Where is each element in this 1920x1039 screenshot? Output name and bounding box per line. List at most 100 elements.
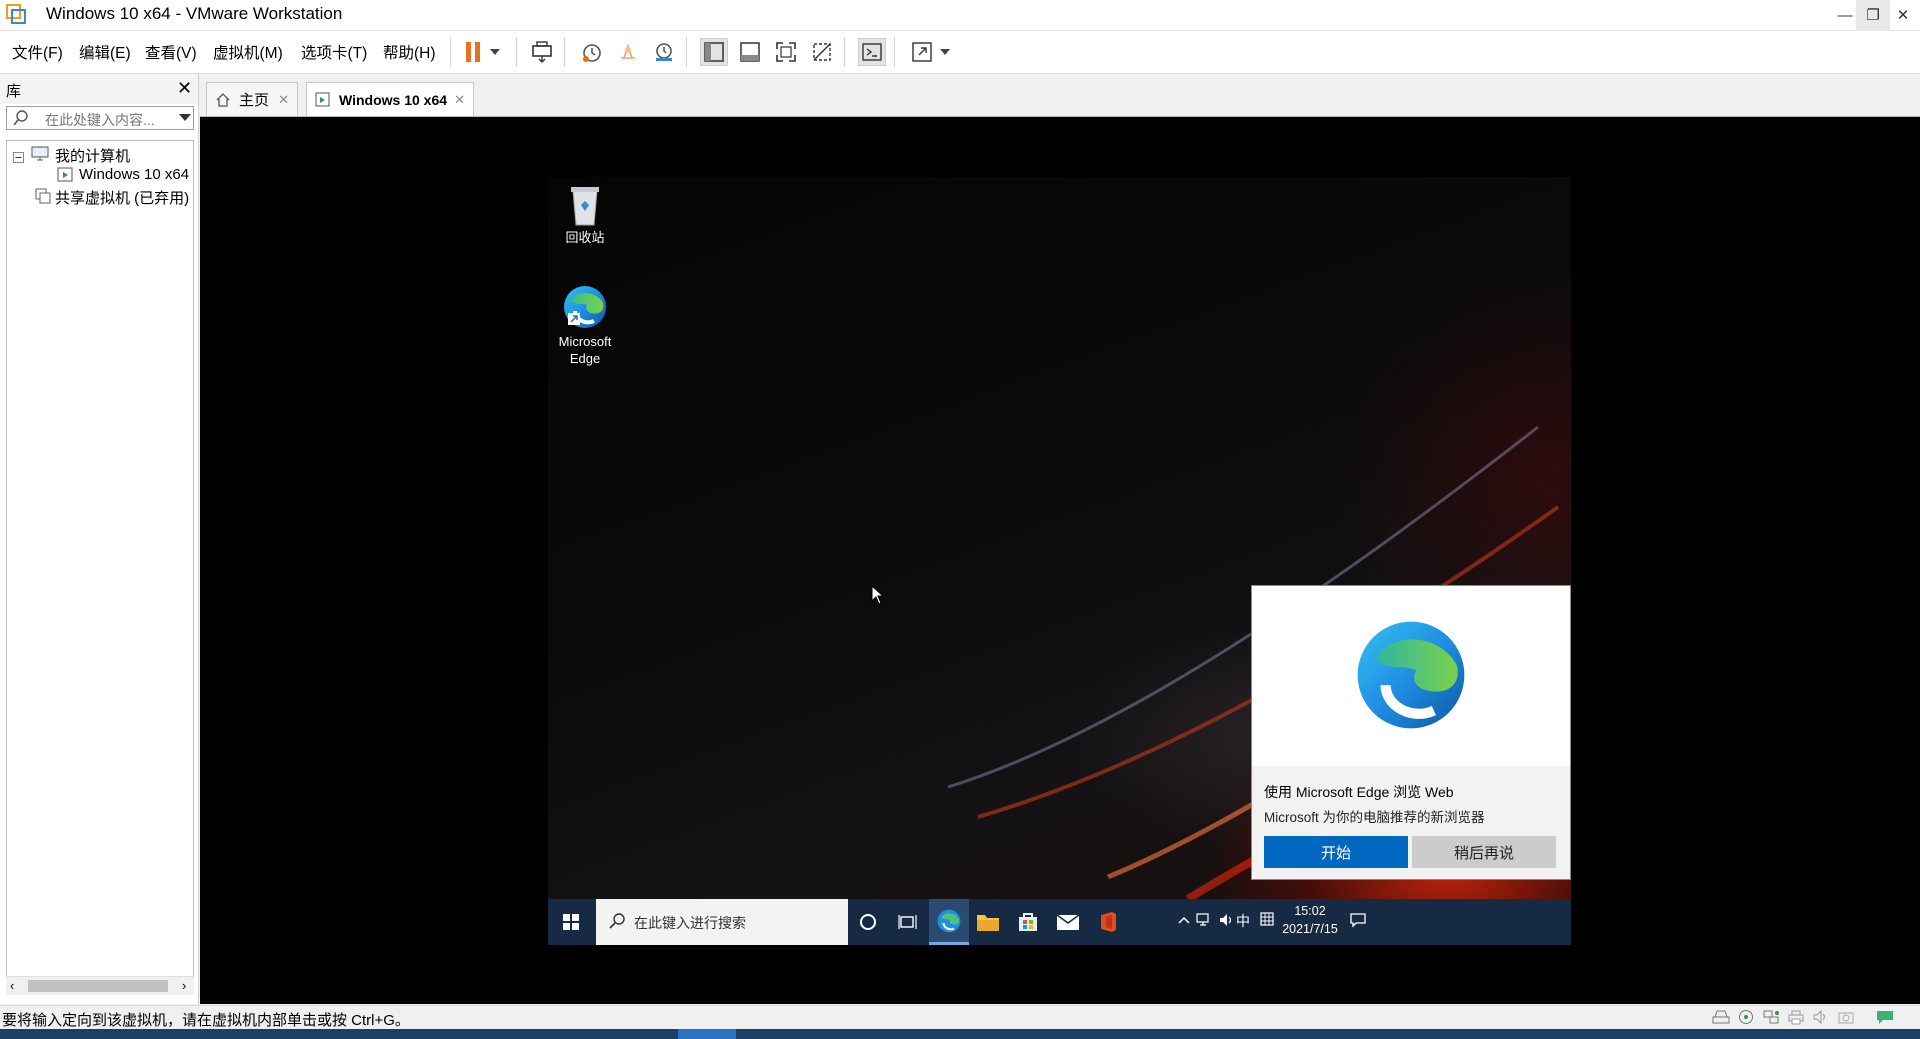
mail-icon[interactable] <box>1048 899 1088 945</box>
title-bar: Windows 10 x64 - VMware Workstation — ❐ … <box>0 0 1920 31</box>
search-icon <box>13 110 29 131</box>
show-library-icon[interactable] <box>700 38 728 66</box>
ime-mode-icon[interactable] <box>1260 912 1274 929</box>
tab-bar: 主页 ✕ Windows 10 x64 ✕ <box>200 74 1920 117</box>
stretch-dropdown-icon[interactable] <box>936 38 954 66</box>
thumbnail-bar-icon[interactable] <box>736 38 764 66</box>
library-header: 库 ✕ <box>0 74 198 104</box>
restore-button[interactable]: ❐ <box>1856 0 1890 30</box>
host-taskbar-active-indicator <box>678 1029 736 1039</box>
volume-icon[interactable] <box>1218 912 1234 931</box>
hard-disk-icon[interactable] <box>1712 1009 1730 1025</box>
edge-popup-hero <box>1252 586 1570 766</box>
edge-later-button[interactable]: 稍后再说 <box>1412 836 1556 868</box>
menu-file[interactable]: 文件(F) <box>12 41 63 63</box>
full-screen-icon[interactable] <box>772 38 800 66</box>
snapshot-manager-icon[interactable] <box>650 38 678 66</box>
menu-tabs[interactable]: 选项卡(T) <box>301 41 367 63</box>
menu-vm[interactable]: 虚拟机(M) <box>213 41 283 63</box>
taskbar-search-placeholder: 在此键入进行搜索 <box>634 915 746 931</box>
edge-logo-icon <box>1350 614 1472 741</box>
stretch-icon[interactable] <box>908 38 936 66</box>
desktop-icon-recycle-bin[interactable]: 回收站 <box>548 183 622 246</box>
task-view-icon[interactable] <box>888 899 928 945</box>
cd-dvd-icon[interactable] <box>1737 1009 1755 1025</box>
vmware-app-icon[interactable] <box>6 4 26 24</box>
ime-indicator[interactable]: 中 <box>1236 911 1250 931</box>
menu-help[interactable]: 帮助(H) <box>383 41 436 63</box>
tab-home-label: 主页 <box>239 92 270 109</box>
edge-popup-subtitle: Microsoft 为你的电脑推荐的新浏览器 <box>1264 810 1485 825</box>
menu-view[interactable]: 查看(V) <box>145 41 197 63</box>
edge-icon <box>548 283 622 331</box>
vm-display[interactable]: 回收站 Microsoft Edge 使用 Microsoft Edge 浏览 … <box>200 117 1920 1004</box>
close-window-button[interactable]: ✕ <box>1886 0 1920 30</box>
sound-card-icon[interactable] <box>1812 1009 1830 1025</box>
edge-promo-popup: 使用 Microsoft Edge 浏览 Web Microsoft 为你的电脑… <box>1251 585 1571 880</box>
desktop-icon-edge[interactable]: Microsoft Edge <box>548 283 622 367</box>
tree-item-my-computer[interactable]: 我的计算机 <box>55 145 130 166</box>
unity-icon[interactable] <box>808 38 836 66</box>
tab-windows-vm[interactable]: Windows 10 x64 ✕ <box>306 82 474 116</box>
tab-home[interactable]: 主页 ✕ <box>206 82 298 116</box>
vm-icon <box>315 92 331 108</box>
library-title: 库 <box>6 83 22 100</box>
shared-vm-icon <box>35 188 51 209</box>
camera-icon[interactable] <box>1837 1009 1855 1025</box>
window-title: Windows 10 x64 - VMware Workstation <box>46 4 343 23</box>
desktop-icon-label: 回收站 <box>565 230 605 245</box>
mouse-cursor-icon <box>871 584 885 610</box>
network-icon[interactable] <box>1196 912 1212 931</box>
network-adapter-icon[interactable] <box>1762 1009 1780 1025</box>
windows-start-icon[interactable] <box>548 899 594 945</box>
guest-taskbar: 在此键入进行搜索 中 15:02 2021/7/15 <box>548 899 1571 945</box>
menu-edit[interactable]: 编辑(E) <box>79 41 131 63</box>
cortana-icon[interactable] <box>848 899 888 945</box>
console-icon[interactable] <box>858 38 886 66</box>
toolbar-separator <box>564 37 565 67</box>
library-horizontal-scrollbar[interactable]: ‹ › <box>6 976 194 995</box>
status-message: 要将输入定向到该虚拟机，请在虚拟机内部单击或按 Ctrl+G。 <box>2 1012 410 1029</box>
taskbar-search-box[interactable]: 在此键入进行搜索 <box>596 899 848 945</box>
clock-date[interactable]: 2021/7/15 <box>1280 922 1340 936</box>
scrollbar-thumb[interactable] <box>28 980 168 992</box>
tab-close-icon[interactable]: ✕ <box>454 92 465 108</box>
chevron-down-icon[interactable] <box>179 114 191 121</box>
tree-item-windows-vm[interactable]: Windows 10 x64 <box>79 166 189 183</box>
tab-close-icon[interactable]: ✕ <box>278 92 289 108</box>
my-computer-icon <box>31 146 49 167</box>
library-close-button[interactable]: ✕ <box>177 78 192 99</box>
tree-item-shared-vms[interactable]: 共享虚拟机 (已弃用) <box>55 187 189 208</box>
pause-dropdown-icon[interactable] <box>486 38 504 66</box>
scroll-left-icon[interactable]: ‹ <box>10 978 14 993</box>
clock-time[interactable]: 15:02 <box>1280 904 1340 918</box>
message-log-icon[interactable] <box>1876 1009 1894 1025</box>
library-search-input[interactable]: 在此处键入内容... <box>6 106 194 130</box>
status-bar: 要将输入定向到该虚拟机，请在虚拟机内部单击或按 Ctrl+G。 <box>0 1005 1920 1029</box>
file-explorer-icon[interactable] <box>968 899 1008 945</box>
office-icon[interactable] <box>1088 899 1128 945</box>
pause-icon[interactable] <box>460 38 488 66</box>
collapse-icon[interactable] <box>13 150 24 168</box>
taskbar-edge-icon[interactable] <box>929 899 969 945</box>
snapshot-take-icon[interactable] <box>578 38 606 66</box>
edge-start-button[interactable]: 开始 <box>1264 836 1408 868</box>
send-ctrl-alt-del-icon[interactable] <box>528 38 556 66</box>
guest-desktop[interactable]: 回收站 Microsoft Edge 使用 Microsoft Edge 浏览 … <box>548 177 1571 945</box>
library-tree: 我的计算机 Windows 10 x64 共享虚拟机 (已弃用) <box>6 140 194 990</box>
tab-vm-label: Windows 10 x64 <box>339 91 448 108</box>
printer-icon[interactable] <box>1787 1009 1805 1025</box>
toolbar-separator <box>450 37 451 67</box>
microsoft-store-icon[interactable] <box>1008 899 1048 945</box>
toolbar-separator <box>894 37 895 67</box>
toolbar-separator <box>686 37 687 67</box>
action-center-icon[interactable] <box>1350 912 1366 931</box>
scroll-right-icon[interactable]: › <box>182 978 186 993</box>
edge-popup-title: 使用 Microsoft Edge 浏览 Web <box>1264 784 1454 800</box>
snapshot-revert-icon[interactable] <box>614 38 642 66</box>
home-icon <box>215 92 231 108</box>
show-hidden-icons[interactable] <box>1178 912 1190 928</box>
library-search-placeholder: 在此处键入内容... <box>45 112 155 128</box>
desktop-icon-label: Microsoft Edge <box>558 334 612 366</box>
library-panel: 库 ✕ 在此处键入内容... 我的计算机 Windows 10 x64 共享虚拟… <box>0 74 199 1004</box>
